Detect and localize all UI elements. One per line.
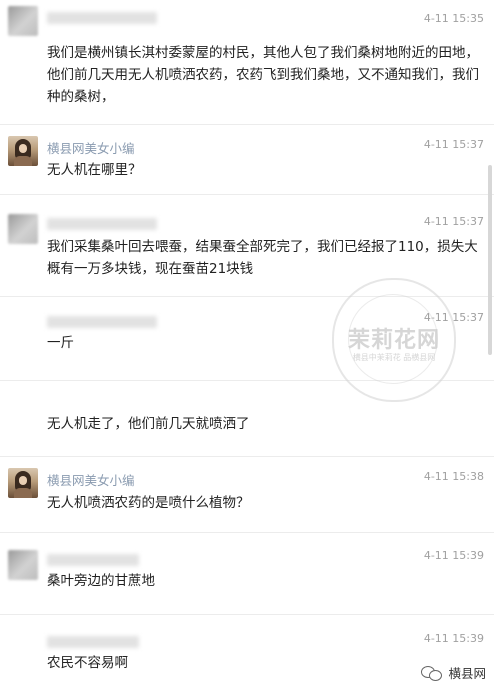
avatar[interactable] xyxy=(8,136,38,166)
scrollbar[interactable] xyxy=(488,165,492,355)
divider xyxy=(0,614,494,615)
message-text: 农民不容易啊 xyxy=(47,655,128,671)
divider xyxy=(0,532,494,533)
message-text: 我们是横州镇长淇村委蒙屋的村民，其他人包了我们桑树地附近的田地，他们前几天用无人… xyxy=(47,45,479,105)
avatar[interactable] xyxy=(8,6,38,36)
message-text: 无人机走了，他们前几天就喷洒了 xyxy=(47,416,250,432)
message-text: 我们采集桑叶回去喂蚕，结果蚕全部死完了，我们已经报了110，损失大概有一万多块钱… xyxy=(47,239,478,277)
message-time: 4-11 15:39 xyxy=(423,549,484,562)
message-time: 4-11 15:37 xyxy=(423,215,484,228)
sender-name xyxy=(47,316,157,328)
sender-name xyxy=(47,218,157,230)
sender-name xyxy=(47,636,139,648)
sender-name: 横县网美女小编 xyxy=(47,473,135,488)
brand-label: 横县网 xyxy=(448,666,486,681)
sender-name xyxy=(47,554,139,566)
wechat-icon xyxy=(421,665,443,681)
divider xyxy=(0,194,494,195)
message-text: 无人机在哪里？ xyxy=(47,162,142,178)
message-time: 4-11 15:38 xyxy=(423,470,484,483)
message-time: 4-11 15:37 xyxy=(423,138,484,151)
avatar[interactable] xyxy=(8,468,38,498)
avatar[interactable] xyxy=(8,550,38,580)
message-text: 桑叶旁边的甘蔗地 xyxy=(47,573,155,589)
avatar[interactable] xyxy=(8,214,38,244)
divider xyxy=(0,124,494,125)
message-time: 4-11 15:39 xyxy=(423,632,484,645)
brand-mark: 横县网 xyxy=(421,663,486,682)
sender-name: 横县网美女小编 xyxy=(47,141,135,156)
watermark-title: 茉莉花网 xyxy=(347,328,440,353)
message-time: 4-11 15:35 xyxy=(423,12,484,25)
sender-name xyxy=(47,12,157,24)
watermark-logo: 茉莉花网 横县中茉莉花 品横县网 xyxy=(332,278,456,402)
watermark-subtitle: 横县中茉莉花 品横县网 xyxy=(352,353,436,362)
divider xyxy=(0,456,494,457)
message-text: 无人机喷洒农药的是喷什么植物？ xyxy=(47,495,250,511)
